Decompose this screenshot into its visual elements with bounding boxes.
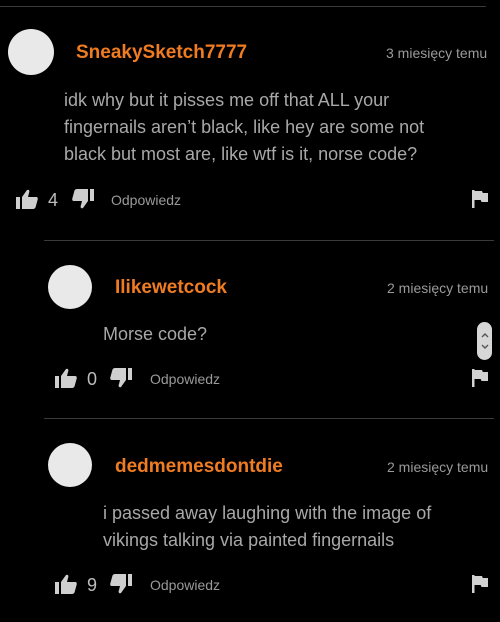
flag-icon[interactable] bbox=[472, 190, 488, 213]
thumbs-up-icon[interactable] bbox=[55, 574, 77, 599]
avatar[interactable] bbox=[48, 443, 92, 487]
comment-text: i passed away laughing with the image of… bbox=[103, 503, 432, 550]
comment-timestamp: 2 miesięcy temu bbox=[387, 459, 489, 475]
comment-divider bbox=[44, 418, 494, 419]
comment-author[interactable]: dedmemesdontdie bbox=[115, 456, 283, 478]
top-divider bbox=[0, 6, 486, 7]
thumbs-down-icon[interactable] bbox=[110, 574, 132, 599]
like-count: 4 bbox=[48, 190, 59, 210]
reply-button[interactable]: Odpowiedz bbox=[111, 192, 181, 208]
like-count: 9 bbox=[87, 575, 98, 595]
reply-button[interactable]: Odpowiedz bbox=[150, 577, 220, 593]
like-count: 0 bbox=[87, 369, 98, 389]
thumbs-up-icon[interactable] bbox=[16, 189, 38, 214]
avatar[interactable] bbox=[48, 265, 92, 309]
comment-timestamp: 2 miesięcy temu bbox=[387, 280, 489, 296]
reply-button[interactable]: Odpowiedz bbox=[150, 371, 220, 387]
comment-timestamp: 3 miesięcy temu bbox=[386, 45, 488, 61]
comment-divider bbox=[44, 240, 494, 241]
flag-icon[interactable] bbox=[472, 369, 488, 392]
thumbs-up-icon[interactable] bbox=[55, 368, 77, 393]
comment-author[interactable]: Ilikewetcock bbox=[115, 277, 227, 299]
avatar[interactable] bbox=[8, 29, 54, 75]
thumbs-down-icon[interactable] bbox=[72, 189, 94, 214]
chevron-down-icon bbox=[481, 344, 488, 349]
scroll-handle[interactable] bbox=[477, 322, 492, 360]
flag-icon[interactable] bbox=[472, 575, 488, 598]
thumbs-down-icon[interactable] bbox=[110, 368, 132, 393]
comment-text: Morse code? bbox=[103, 324, 208, 344]
chevron-up-icon bbox=[481, 333, 488, 338]
comment-text: idk why but it pisses me off that ALL yo… bbox=[64, 90, 425, 164]
comment-author[interactable]: SneakySketch7777 bbox=[76, 42, 247, 64]
